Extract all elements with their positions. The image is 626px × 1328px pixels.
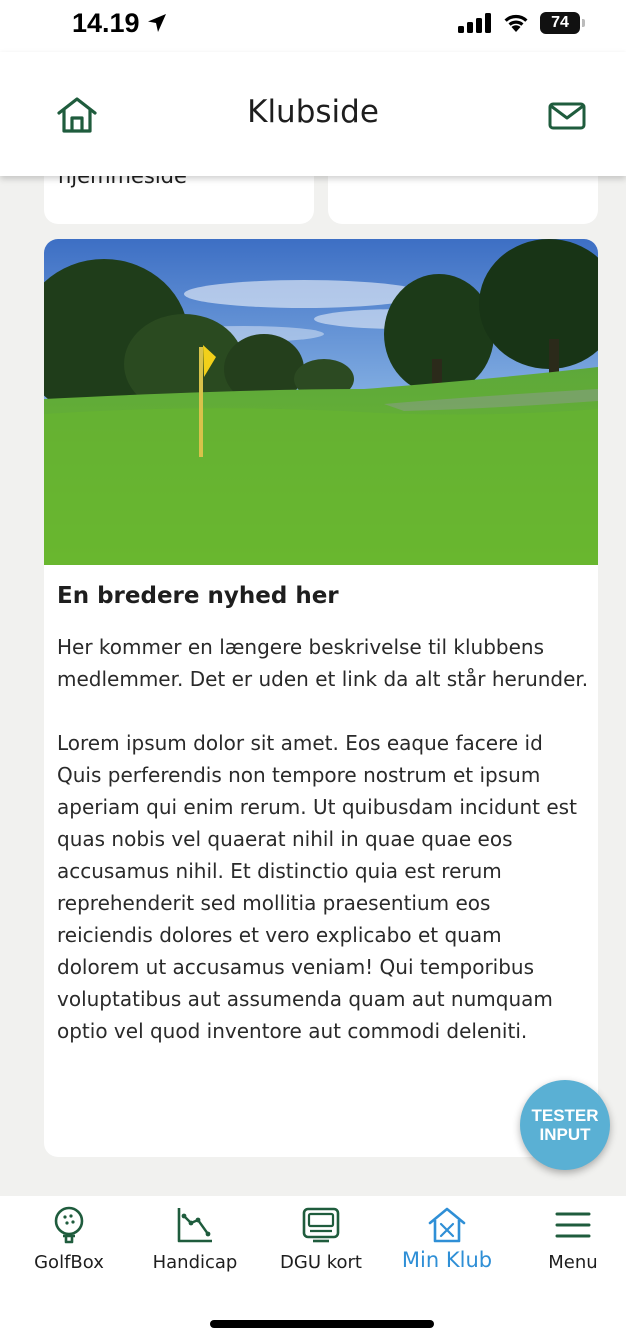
link-card-homepage[interactable]: hjemmeside <box>44 176 314 224</box>
tab-label: Menu <box>548 1252 598 1273</box>
page-title: Klubside <box>247 94 379 130</box>
main-content[interactable]: hjemmeside En bredere nyhed her Her komm… <box>0 176 626 1196</box>
cellular-signal-icon <box>458 13 491 33</box>
news-card[interactable]: En bredere nyhed her Her kommer en længe… <box>44 239 598 1157</box>
tab-menu[interactable]: Menu <box>513 1206 626 1286</box>
wifi-icon <box>504 14 528 32</box>
tab-min-klub[interactable]: Min Klub <box>387 1206 507 1286</box>
golf-course-image <box>44 239 598 565</box>
home-indicator <box>210 1320 434 1328</box>
tab-handicap[interactable]: Handicap <box>135 1206 255 1286</box>
golf-ball-icon <box>54 1206 84 1244</box>
fab-label-line2: INPUT <box>539 1125 591 1144</box>
handicap-chart-icon <box>177 1208 212 1243</box>
news-body: Her kommer en længere beskrivelse til kl… <box>57 635 589 1043</box>
club-house-icon <box>428 1207 466 1243</box>
status-time: 14.19 <box>72 8 140 38</box>
card-icon <box>302 1207 340 1243</box>
tab-label: GolfBox <box>34 1252 104 1273</box>
app-header: Klubside <box>0 52 626 176</box>
tester-input-button[interactable]: TESTER INPUT <box>520 1080 610 1170</box>
status-bar: 14.19 74 <box>0 0 626 52</box>
fab-label-line1: TESTER <box>531 1106 599 1125</box>
mail-icon[interactable] <box>548 102 586 130</box>
news-title: En bredere nyhed her <box>57 583 339 609</box>
location-arrow-icon <box>148 14 166 32</box>
tab-bar: GolfBox Handicap DGU kort Min Klub Menu <box>0 1196 626 1328</box>
battery-tip <box>582 19 585 27</box>
tab-label: Min Klub <box>401 1248 493 1272</box>
tab-label: Handicap <box>152 1252 238 1273</box>
tab-golfbox[interactable]: GolfBox <box>9 1206 129 1286</box>
battery-indicator: 74 <box>540 12 580 34</box>
link-card-label: hjemmeside <box>58 176 187 188</box>
hamburger-icon <box>555 1212 591 1238</box>
tab-label: DGU kort <box>280 1252 362 1273</box>
link-card[interactable] <box>328 176 598 224</box>
tab-dgu-kort[interactable]: DGU kort <box>261 1206 381 1286</box>
